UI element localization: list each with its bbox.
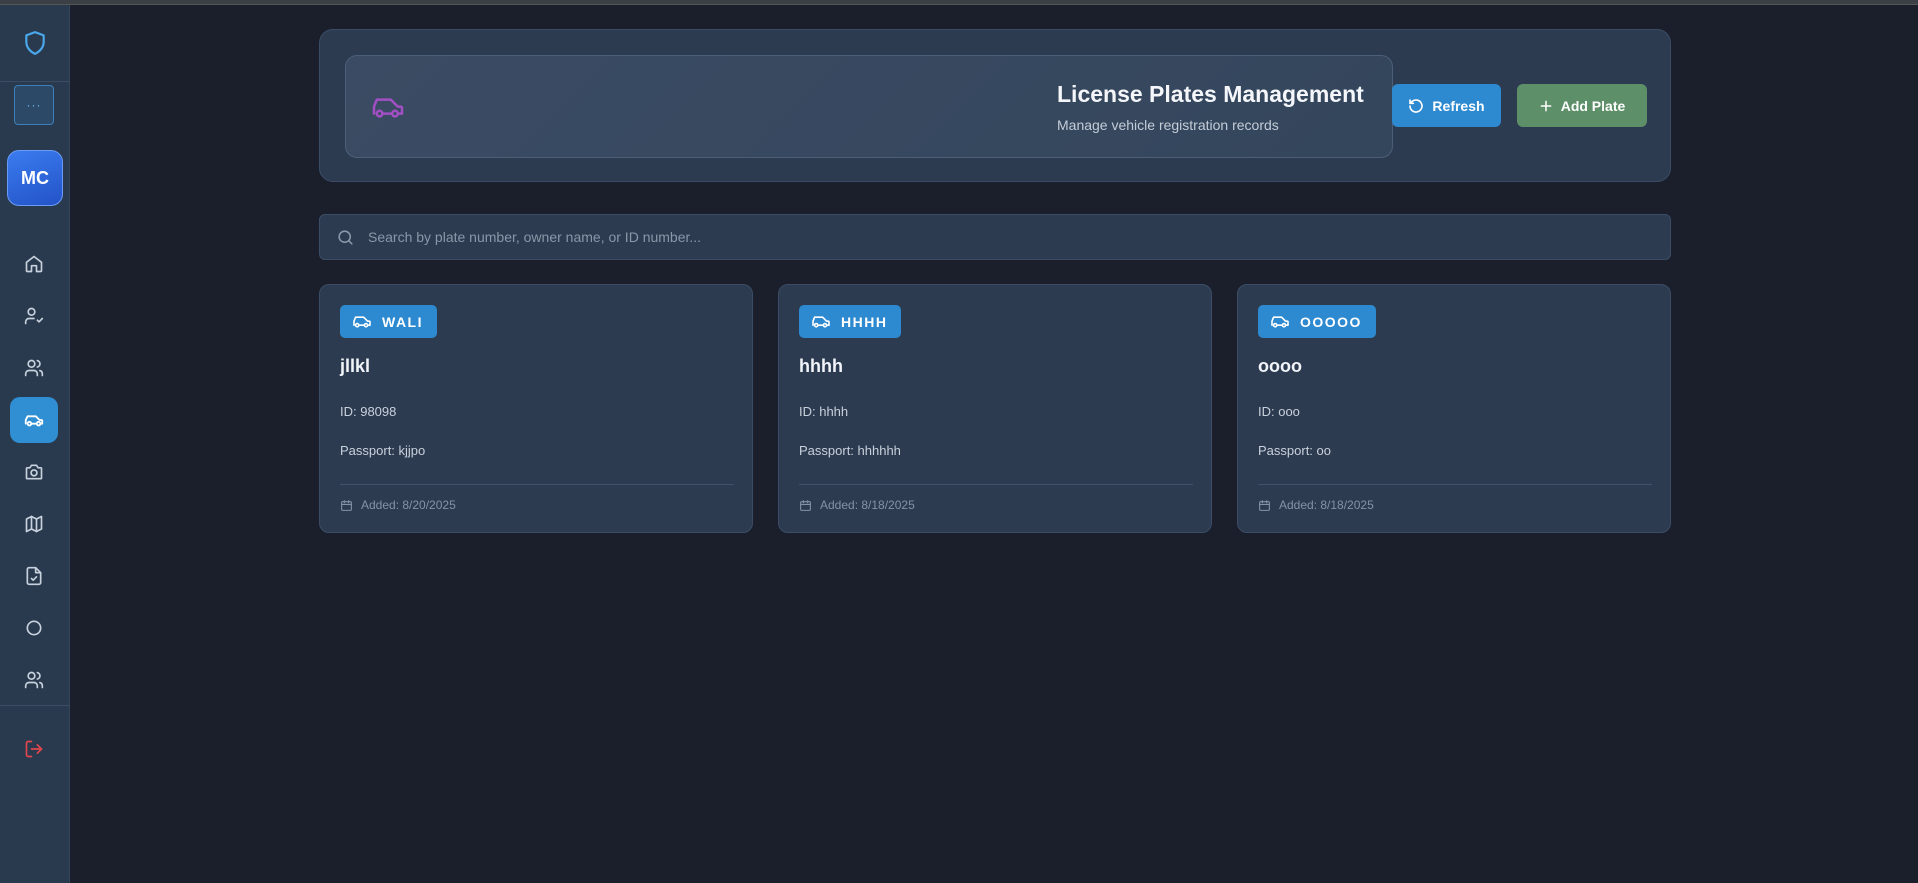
plate-badge: HHHH (799, 305, 902, 338)
logout-icon (25, 740, 43, 758)
header-banner: License Plates Management Manage vehicle… (345, 55, 1393, 158)
search-input[interactable] (368, 215, 1658, 259)
sidebar-logo[interactable] (0, 5, 70, 82)
plus-icon (1540, 100, 1552, 111)
sidebar-divider (0, 705, 70, 706)
calendar-icon (1259, 499, 1270, 511)
file-check-icon (26, 566, 42, 586)
sidebar-item-reports[interactable] (10, 553, 58, 599)
sidebar: ··· MC (0, 5, 70, 883)
sidebar-item-circle[interactable] (10, 605, 58, 651)
sidebar-item-team[interactable] (10, 657, 58, 703)
added-date-text: Added: 8/20/2025 (361, 498, 456, 512)
browser-top-edge (0, 0, 1918, 5)
sidebar-item-camera[interactable] (10, 449, 58, 495)
plate-card[interactable]: HHHH hhhh ID: hhhh Passport: hhhhhh Adde… (778, 284, 1212, 533)
sidebar-item-users[interactable] (10, 345, 58, 391)
sidebar-item-home[interactable] (10, 241, 58, 287)
passport-number: Passport: kjjpo (340, 443, 426, 458)
car-icon (812, 315, 830, 328)
added-date: Added: 8/18/2025 (799, 498, 915, 512)
add-plate-button[interactable]: Add Plate (1517, 84, 1647, 127)
page-header: License Plates Management Manage vehicle… (319, 29, 1671, 182)
camera-icon (25, 464, 43, 480)
id-number: ID: ooo (1258, 404, 1300, 419)
card-divider (1258, 484, 1652, 485)
passport-number: Passport: hhhhhh (799, 443, 901, 458)
id-number: ID: hhhh (799, 404, 849, 419)
home-icon (25, 255, 43, 273)
sidebar-item-map[interactable] (10, 501, 58, 547)
passport-number: Passport: oo (1258, 443, 1331, 458)
car-icon (24, 415, 44, 427)
car-icon (372, 98, 404, 118)
owner-name: hhhh (799, 356, 843, 376)
sidebar-logout-button[interactable] (10, 726, 58, 772)
page-subtitle: Manage vehicle registration records (1057, 117, 1279, 133)
added-date-text: Added: 8/18/2025 (820, 498, 915, 512)
added-date-text: Added: 8/18/2025 (1279, 498, 1374, 512)
card-divider (340, 484, 734, 485)
users-icon (24, 359, 44, 377)
map-icon (25, 515, 43, 533)
plate-number: OOOOO (1300, 313, 1362, 330)
refresh-label: Refresh (1432, 97, 1485, 114)
sidebar-item-license-plates[interactable] (10, 397, 58, 443)
refresh-button[interactable]: Refresh (1392, 84, 1501, 127)
owner-name: oooo (1258, 356, 1302, 376)
add-plate-label: Add Plate (1560, 97, 1626, 114)
refresh-icon (1409, 98, 1424, 113)
sidebar-item-user-check[interactable] (10, 293, 58, 339)
shield-icon (25, 31, 45, 55)
calendar-icon (341, 499, 352, 511)
avatar[interactable]: MC (7, 150, 63, 206)
plate-badge: WALI (340, 305, 437, 338)
added-date: Added: 8/18/2025 (1258, 498, 1374, 512)
added-date: Added: 8/20/2025 (340, 498, 456, 512)
search-bar (319, 214, 1671, 260)
circle-icon (26, 620, 42, 636)
car-icon (353, 315, 371, 328)
plate-badge: OOOOO (1258, 305, 1376, 338)
owner-name: jllkl (340, 356, 371, 376)
card-divider (799, 484, 1193, 485)
sidebar-more-button[interactable]: ··· (14, 85, 54, 125)
page-title: License Plates Management (1057, 81, 1364, 107)
search-icon (338, 230, 353, 245)
users-group-icon (24, 671, 44, 689)
user-check-icon (24, 307, 44, 325)
plate-card[interactable]: OOOOO oooo ID: ooo Passport: oo Added: 8… (1237, 284, 1671, 533)
calendar-icon (800, 499, 811, 511)
plate-number: WALI (382, 313, 423, 330)
id-number: ID: 98098 (340, 404, 397, 419)
car-icon (1271, 315, 1289, 328)
plate-number: HHHH (841, 313, 888, 330)
plate-card[interactable]: WALI jllkl ID: 98098 Passport: kjjpo Add… (319, 284, 753, 533)
